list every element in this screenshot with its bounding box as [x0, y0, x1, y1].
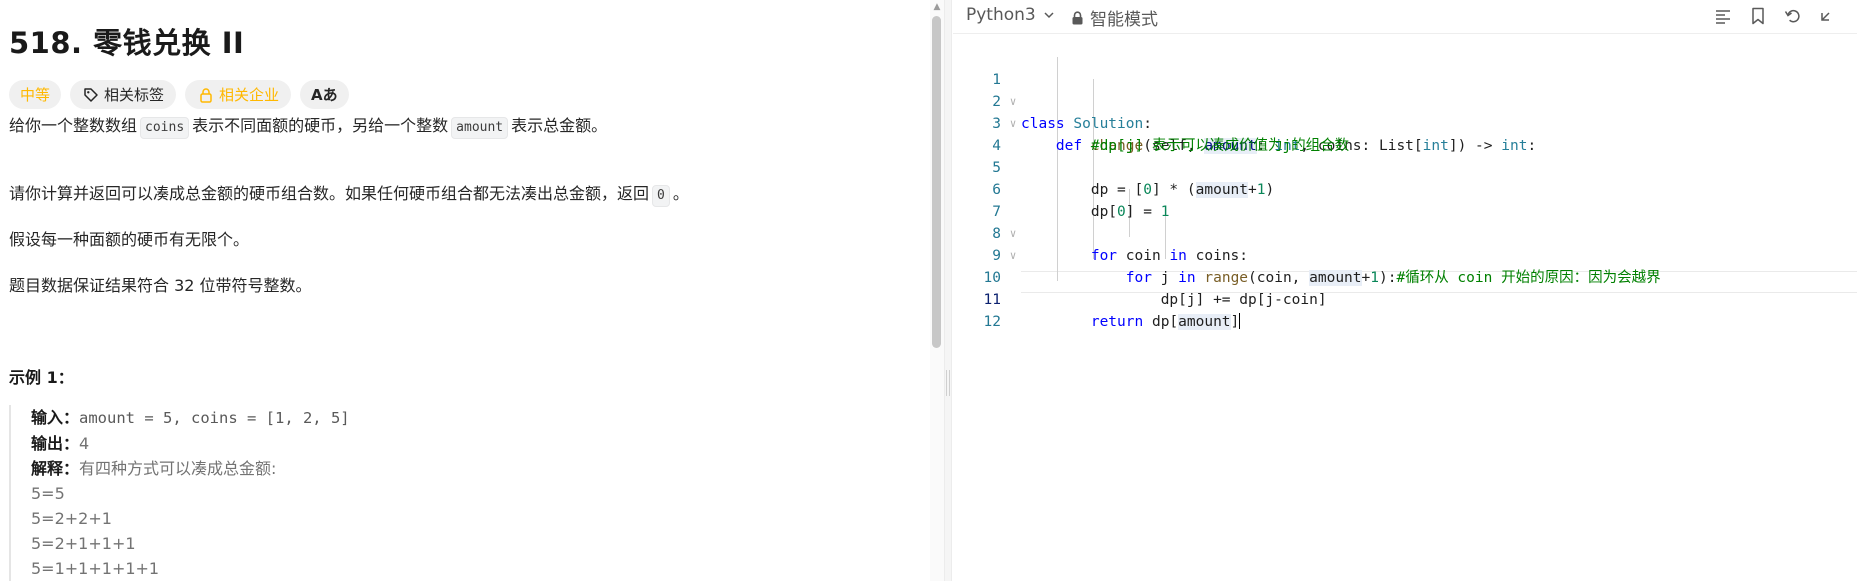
example-explain-line: 5=1+1+1+1+1 — [31, 559, 160, 578]
code-editor[interactable]: 1 ∨ class Solution: 2 ∨ def change(self,… — [953, 35, 1857, 581]
inline-code-zero: 0 — [652, 185, 670, 207]
smart-mode-toggle[interactable]: 智能模式 — [1071, 5, 1158, 30]
example-output-row: 输出：4 — [31, 434, 90, 453]
code-line: 12 — [953, 289, 1857, 330]
reset-code-icon[interactable] — [1782, 5, 1804, 27]
code-line: 9 — [953, 223, 1857, 264]
problem-title: 518. 零钱兑换 II — [9, 26, 245, 60]
editor-toolbar: Python3 智能模式 — [953, 0, 1857, 34]
code-line: 7 ∨ for coin in coins: — [953, 179, 1857, 264]
translate-font-button[interactable]: Aあ — [300, 80, 349, 109]
lock-icon — [1071, 10, 1084, 25]
problem-description-panel: 518. 零钱兑换 II 中等 相关标签 相关企业 Aあ 给你一个整数数组 coi… — [0, 0, 940, 581]
example-1-title: 示例 1： — [9, 368, 74, 387]
code-line: 8 ∨ for j in range(coin, amount+1):#循环从 … — [953, 201, 1857, 286]
line-number: 12 — [983, 314, 1001, 330]
resize-grip-icon[interactable] — [946, 370, 950, 396]
description-paragraph-2: 请你计算并返回可以凑成总金额的硬币组合数。如果任何硬币组合都无法凑出总金额，返回… — [9, 180, 689, 207]
description-paragraph-3: 假设每一种面额的硬币有无限个。 — [9, 230, 250, 249]
expand-icon[interactable] — [1817, 5, 1835, 27]
chevron-down-icon — [1042, 8, 1056, 22]
code-line: 4 — [953, 113, 1857, 154]
description-scrollbar-thumb[interactable] — [932, 16, 941, 348]
description-paragraph-1: 给你一个整数数组 coins 表示不同面额的硬币，另给一个整数 amount 表示总金额… — [9, 112, 607, 139]
description-paragraph-4: 题目数据保证结果符合 32 位带符号整数。 — [9, 276, 312, 295]
language-selector[interactable]: Python3 — [966, 5, 1056, 25]
inline-code-coins: coins — [140, 117, 190, 139]
example-explain-line: 5=5 — [31, 484, 65, 503]
code-line: 5 dp = [0] * (amount+1) — [953, 135, 1857, 198]
code-editor-panel: Python3 智能模式 1 ∨ class Solution: 2 ∨ def… — [953, 0, 1857, 581]
example-explain-line: 5=2+1+1+1 — [31, 534, 136, 553]
bookmark-icon[interactable] — [1747, 5, 1769, 27]
difficulty-badge: 中等 — [9, 80, 62, 109]
example-explain-row: 解释：有四种方式可以凑成总金额: — [31, 459, 277, 478]
code-line: 3 #dp[j] 表示可以凑成价值为j的组合数 — [953, 91, 1857, 154]
code-line: 10 dp[j] += dp[j-coin] — [953, 245, 1857, 308]
text-caret — [1239, 313, 1241, 329]
panel-resize-divider[interactable] — [944, 0, 952, 581]
related-companies-label: 相关企业 — [219, 86, 280, 104]
inline-code-amount: amount — [451, 117, 509, 139]
difficulty-label: 中等 — [20, 86, 51, 104]
related-companies-button[interactable]: 相关企业 — [185, 80, 292, 109]
code-line: 11 return dp[amount] — [953, 267, 1857, 330]
example-explain-line: 5=2+2+1 — [31, 509, 112, 528]
lock-icon — [197, 86, 215, 104]
related-tags-label: 相关标签 — [104, 86, 165, 104]
example-1-block: 输入：amount = 5, coins = [1, 2, 5] 输出：4 解释… — [9, 405, 609, 581]
problem-tags-row: 中等 相关标签 相关企业 Aあ — [9, 80, 349, 109]
scroll-up-arrow-icon[interactable]: ▲ — [931, 2, 943, 12]
related-tags-button[interactable]: 相关标签 — [70, 80, 177, 109]
smart-mode-label: 智能模式 — [1090, 10, 1158, 30]
code-line: 6 dp[0] = 1 — [953, 157, 1857, 220]
example-input-row: 输入：amount = 5, coins = [1, 2, 5] — [31, 408, 350, 427]
code-text: return dp[amount] — [1090, 313, 1241, 330]
code-line: 2 ∨ def change(self, amount: int, coins:… — [953, 69, 1857, 154]
translate-icon: Aあ — [311, 86, 338, 104]
tag-icon — [82, 86, 100, 104]
language-label: Python3 — [966, 5, 1036, 25]
format-list-icon[interactable] — [1712, 5, 1734, 27]
code-line: 1 ∨ class Solution: — [953, 47, 1857, 132]
